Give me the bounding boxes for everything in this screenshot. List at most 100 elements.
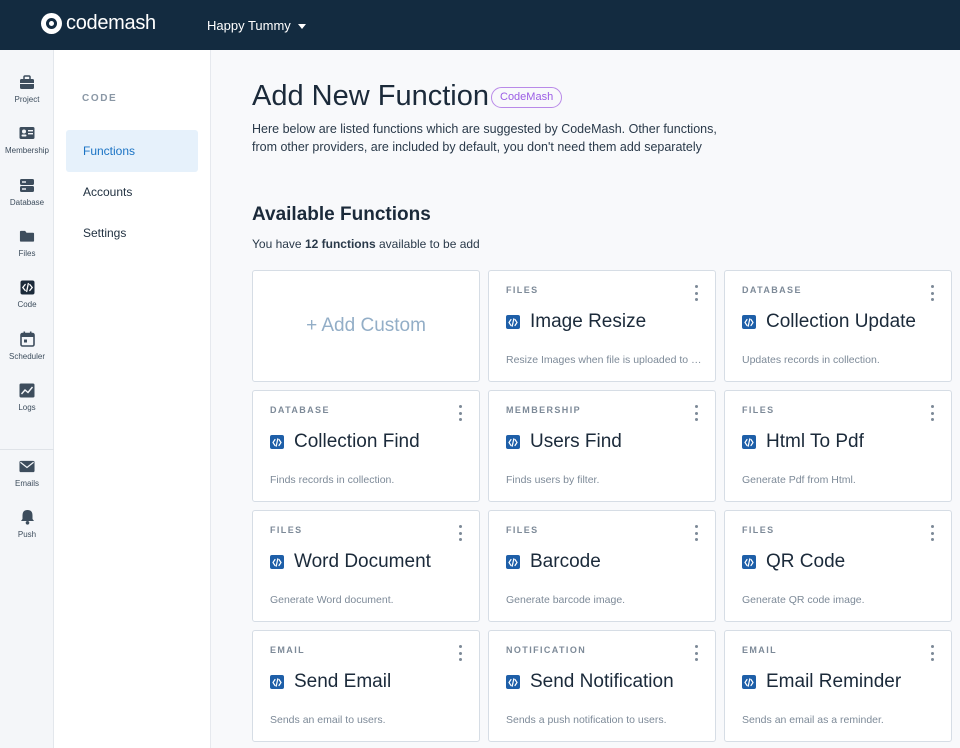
provider-badge: CodeMash: [491, 87, 563, 108]
card-category: EMAIL: [270, 645, 305, 655]
function-card[interactable]: FILES Barcode Generate barcode image.: [488, 510, 716, 622]
card-description: Updates records in collection.: [742, 354, 880, 366]
card-description: Sends a push notification to users.: [506, 714, 667, 726]
card-header: Barcode: [506, 551, 601, 573]
more-vertical-icon[interactable]: [927, 405, 937, 421]
card-description: Finds users by filter.: [506, 474, 600, 486]
code-icon: [742, 675, 756, 689]
code-icon: [270, 555, 284, 569]
function-card[interactable]: DATABASE Collection Update Updates records…: [724, 270, 952, 382]
card-name: Send Email: [294, 671, 392, 692]
code-subnav: CODE Functions Accounts Settings: [54, 50, 211, 748]
add-custom-card[interactable]: + Add Custom: [252, 270, 480, 382]
function-card[interactable]: FILES QR Code Generate QR code image.: [724, 510, 952, 622]
card-header: QR Code: [742, 551, 845, 573]
more-vertical-icon[interactable]: [927, 645, 937, 661]
card-description: Sends an email to users.: [270, 714, 386, 726]
card-description: Generate Word document.: [270, 594, 394, 606]
envelope-icon: [19, 458, 35, 474]
card-header: Users Find: [506, 431, 622, 453]
subnav-heading: CODE: [82, 93, 118, 104]
subnav-item-settings[interactable]: Settings: [66, 212, 198, 254]
rail-label: Logs: [18, 403, 36, 412]
rail-item-project[interactable]: Project: [0, 74, 54, 120]
icon-rail: Project Membership Database Files Code S…: [0, 50, 54, 748]
card-category: FILES: [742, 405, 775, 415]
rail-label: Project: [14, 95, 40, 104]
count-bold: 12 functions: [304, 237, 376, 251]
rail-item-files[interactable]: Files: [0, 228, 54, 274]
card-name: Users Find: [530, 431, 622, 452]
bell-icon: [19, 509, 35, 525]
card-name: Collection Find: [294, 431, 420, 452]
page-title: Add New Function: [252, 80, 489, 112]
subnav-item-accounts[interactable]: Accounts: [66, 171, 198, 213]
card-name: Word Document: [294, 551, 431, 572]
rail-item-database[interactable]: Database: [0, 177, 54, 223]
card-category: EMAIL: [742, 645, 777, 655]
code-icon: [270, 675, 284, 689]
card-description: Generate barcode image.: [506, 594, 626, 606]
more-vertical-icon[interactable]: [455, 525, 465, 541]
briefcase-icon: [19, 74, 35, 90]
rail-item-emails[interactable]: Emails: [0, 458, 54, 504]
rail-label: Files: [18, 249, 36, 258]
card-header: Send Email: [270, 671, 391, 693]
rail-label: Scheduler: [8, 352, 46, 361]
code-icon: [506, 315, 520, 329]
card-name: Send Notification: [530, 671, 674, 692]
intro-text: Here below are listed functions which ar…: [252, 122, 717, 154]
project-switcher[interactable]: Happy Tummy: [207, 0, 306, 50]
card-description: Sends an email as a reminder.: [742, 714, 884, 726]
card-name: Html To Pdf: [766, 431, 864, 452]
main-content: Add New Function CodeMash Here below are…: [211, 50, 960, 748]
card-description: Resize Images when file is uploaded to s…: [506, 354, 702, 366]
id-card-icon: [19, 125, 35, 141]
more-vertical-icon[interactable]: [455, 645, 465, 661]
function-card[interactable]: EMAIL Send Email Sends an email to users.: [252, 630, 480, 742]
card-category: FILES: [270, 525, 303, 535]
logo[interactable]: codemash: [41, 12, 156, 35]
card-name: Collection Update: [766, 311, 916, 332]
code-icon: [270, 435, 284, 449]
function-card[interactable]: DATABASE Collection Find Finds records in …: [252, 390, 480, 502]
more-vertical-icon[interactable]: [455, 405, 465, 421]
code-icon: [742, 315, 756, 329]
rail-item-logs[interactable]: Logs: [0, 382, 54, 428]
card-category: FILES: [506, 285, 539, 295]
subnav-item-functions[interactable]: Functions: [66, 130, 198, 172]
card-description: Generate QR code image.: [742, 594, 865, 606]
function-card[interactable]: FILES Html To Pdf Generate Pdf from Html.: [724, 390, 952, 502]
calendar-icon: [19, 331, 35, 347]
more-vertical-icon[interactable]: [691, 645, 701, 661]
card-name: QR Code: [766, 551, 846, 572]
function-card[interactable]: FILES Word Document Generate Word document…: [252, 510, 480, 622]
card-category: FILES: [506, 525, 539, 535]
rail-item-scheduler[interactable]: Scheduler: [0, 331, 54, 377]
more-vertical-icon[interactable]: [691, 405, 701, 421]
function-card[interactable]: FILES Image Resize Resize Images when file…: [488, 270, 716, 382]
function-card[interactable]: EMAIL Email Reminder Sends an email as a r…: [724, 630, 952, 742]
rail-item-membership[interactable]: Membership: [0, 125, 54, 171]
card-header: Image Resize: [506, 311, 646, 333]
rail-divider: [0, 449, 54, 450]
card-category: FILES: [742, 525, 775, 535]
code-icon: [506, 675, 520, 689]
section-title: Available Functions: [252, 204, 431, 225]
more-vertical-icon[interactable]: [691, 285, 701, 301]
rail-label: Code: [17, 300, 37, 309]
rail-item-code[interactable]: Code: [0, 279, 54, 325]
more-vertical-icon[interactable]: [927, 285, 937, 301]
card-description: Finds records in collection.: [270, 474, 395, 486]
card-category: DATABASE: [270, 405, 330, 415]
card-description: Generate Pdf from Html.: [742, 474, 856, 486]
rail-item-push[interactable]: Push: [0, 509, 54, 555]
card-header: Collection Update: [742, 311, 916, 333]
function-card[interactable]: NOTIFICATION Send Notification Sends a pus…: [488, 630, 716, 742]
logo-text: codemash: [66, 12, 156, 34]
more-vertical-icon[interactable]: [691, 525, 701, 541]
card-name: Email Reminder: [766, 671, 902, 692]
more-vertical-icon[interactable]: [927, 525, 937, 541]
function-card[interactable]: MEMBERSHIP Users Find Finds users by filte…: [488, 390, 716, 502]
card-header: Collection Find: [270, 431, 420, 453]
